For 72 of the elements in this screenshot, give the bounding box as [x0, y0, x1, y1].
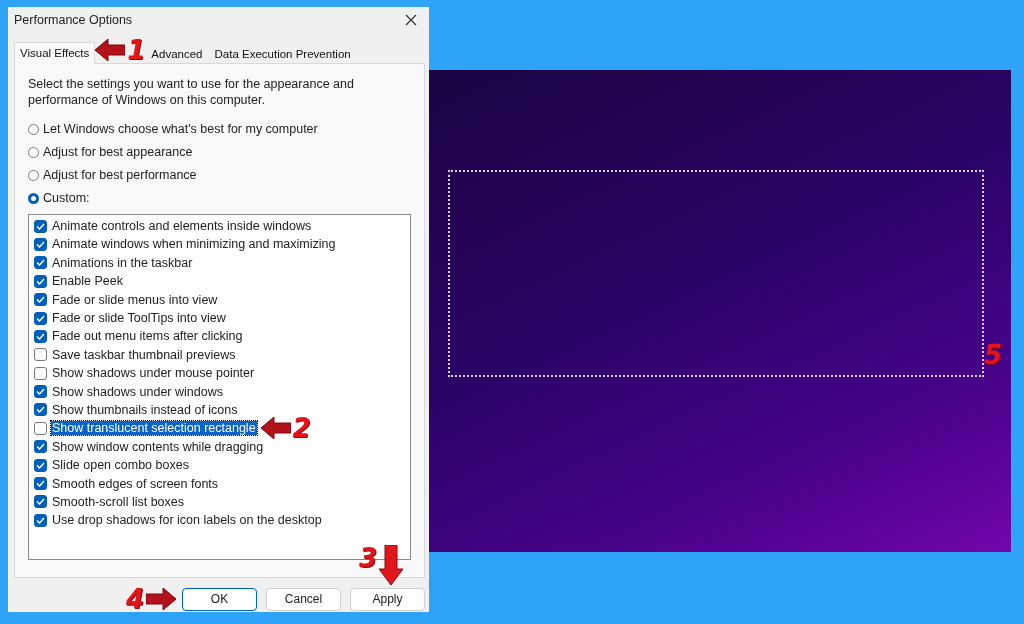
checkmark-icon: [36, 259, 45, 267]
dialog-button[interactable]: Apply: [350, 587, 425, 611]
step-number: 1: [127, 36, 146, 63]
checkmark-icon: [36, 222, 45, 230]
dialog-button[interactable]: Cancel: [266, 587, 341, 611]
checkmark-icon: [36, 314, 45, 322]
checkbox[interactable]: [34, 256, 47, 270]
checkmark-icon: [36, 332, 45, 340]
checkmark-icon: [36, 516, 45, 524]
step-number: 5: [984, 340, 1003, 370]
option-label[interactable]: Animate controls and elements inside windows: [51, 219, 313, 234]
arrow-icon: [260, 417, 291, 440]
checkmark-icon: [36, 406, 45, 414]
close-icon: [405, 13, 417, 26]
tab[interactable]: Visual Effects: [14, 41, 96, 64]
checkmark-icon: [36, 480, 45, 487]
option-label[interactable]: Show shadows under mouse pointer: [51, 366, 256, 381]
arrow-icon: [379, 544, 403, 585]
checkbox[interactable]: [34, 458, 47, 472]
checkbox[interactable]: [34, 219, 47, 233]
option-label[interactable]: Smooth-scroll list boxes: [51, 494, 185, 509]
checkbox[interactable]: [34, 495, 47, 509]
radio-button[interactable]: [28, 169, 39, 181]
option-label[interactable]: Show window contents while dragging: [51, 439, 265, 454]
option-label[interactable]: Enable Peek: [51, 274, 124, 289]
option-label[interactable]: Show shadows under windows: [51, 384, 224, 399]
option-label[interactable]: Show thumbnails instead of icons: [51, 402, 239, 417]
option-label[interactable]: Use drop shadows for icon labels on the desktop: [51, 513, 323, 528]
option-label[interactable]: Show translucent selection rectangle: [51, 421, 257, 436]
arrow-icon: [146, 588, 176, 610]
option-label[interactable]: Fade or slide menus into view: [51, 292, 219, 307]
checkbox[interactable]: [34, 237, 47, 251]
checkbox[interactable]: [34, 421, 47, 435]
radio-button[interactable]: [28, 146, 39, 158]
description-text: Select the settings you want to use for the appearance and performance of Windows on this computer.: [28, 75, 355, 108]
option-label[interactable]: Save taskbar thumbnail previews: [51, 347, 237, 362]
dialog-button[interactable]: OK: [182, 587, 257, 611]
checkmark-icon: [36, 277, 45, 285]
checkbox[interactable]: [34, 513, 47, 527]
radio-button[interactable]: [28, 192, 39, 204]
radio-label: Custom:: [43, 191, 90, 206]
step-number: 4: [125, 586, 144, 612]
option-label[interactable]: Animations in the taskbar: [51, 255, 194, 270]
checkmark-icon: [36, 296, 45, 304]
checkmark-icon: [36, 443, 45, 451]
checkbox[interactable]: [34, 440, 47, 454]
radio-label: Adjust for best appearance: [43, 145, 193, 160]
step-number: 3: [358, 544, 377, 571]
checkmark-icon: [36, 461, 45, 469]
option-label[interactable]: Fade out menu items after clicking: [51, 329, 244, 344]
option-label[interactable]: Slide open combo boxes: [51, 458, 190, 473]
checkmark-icon: [36, 240, 45, 248]
checkbox[interactable]: [34, 403, 47, 417]
arrow-icon: [95, 38, 126, 61]
radio-label: Adjust for best performance: [43, 168, 197, 183]
checkmark-icon: [36, 498, 45, 506]
radio-label: Let Windows choose what's best for my computer: [43, 122, 318, 137]
checkbox[interactable]: [34, 348, 47, 362]
checkmark-icon: [36, 388, 45, 396]
checkbox[interactable]: [34, 329, 47, 343]
step-number: 2: [292, 415, 311, 442]
window-title: Performance Options: [14, 12, 133, 27]
checkbox[interactable]: [34, 293, 47, 307]
checkbox[interactable]: [34, 311, 47, 325]
checkbox[interactable]: [34, 274, 47, 288]
checkbox[interactable]: [34, 366, 47, 380]
option-label[interactable]: Fade or slide ToolTips into view: [51, 311, 227, 325]
radio-button[interactable]: [28, 123, 39, 135]
option-label[interactable]: Smooth edges of screen fonts: [51, 476, 220, 491]
checkbox[interactable]: [34, 385, 47, 399]
option-label[interactable]: Animate windows when minimizing and maximizing: [51, 237, 337, 252]
checkbox[interactable]: [34, 477, 47, 490]
